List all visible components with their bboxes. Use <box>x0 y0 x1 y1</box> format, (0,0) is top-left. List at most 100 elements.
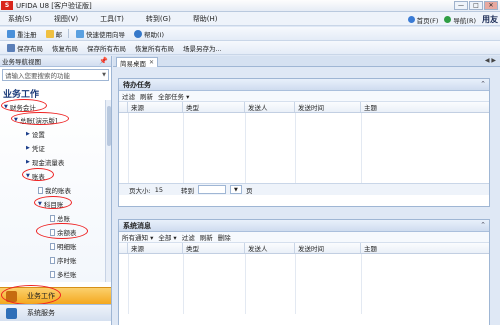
sidebar-scrollbar[interactable] <box>105 100 111 282</box>
maximize-button[interactable]: □ <box>469 1 483 10</box>
section-title: 业务工作 <box>3 90 40 100</box>
todo-panel: 待办任务 ⌃ 过滤 刷新 全部任务 ▾ 来源 类型 发送人 发送时间 主题 页大… <box>118 78 490 207</box>
collapse-icon[interactable]: ⌃ <box>480 221 486 229</box>
toolbar-primary: 重注册 邮 快速使用向导 帮助(I) <box>0 27 500 41</box>
menu-view[interactable]: 视图(V) <box>54 14 78 24</box>
highlight-oval <box>36 223 88 239</box>
column-header[interactable]: 发送时间 <box>295 102 361 112</box>
menu-tools[interactable]: 工具(T) <box>100 14 124 24</box>
column-header[interactable]: 类型 <box>183 243 245 253</box>
chevron-down-icon[interactable]: ▼ <box>229 185 242 194</box>
nav-link[interactable]: 导航(R) <box>444 15 476 25</box>
wizard-icon <box>76 29 84 38</box>
tree-item-settings[interactable]: ▶ 设置 <box>26 129 45 139</box>
document-icon <box>50 270 55 278</box>
pin-icon[interactable]: 📌 <box>99 57 108 65</box>
restore-layout-button[interactable]: 恢复布局 <box>50 43 80 53</box>
page-label: 页 <box>245 186 253 195</box>
document-icon <box>50 256 55 264</box>
refresh-button[interactable]: 刷新 <box>200 232 213 242</box>
tree-item-multi[interactable]: 多栏账 <box>50 269 77 279</box>
messages-grid-header: 来源 类型 发送人 发送时间 主题 <box>119 243 489 254</box>
document-icon <box>50 242 55 250</box>
title-bar: S UFIDA U8 [客户验证版] — □ ✕ <box>0 0 500 12</box>
home-link[interactable]: 首页(F) <box>407 15 438 25</box>
highlight-oval <box>1 99 47 112</box>
page-size-value[interactable]: 15 <box>155 186 163 194</box>
page-number-input[interactable] <box>197 185 226 194</box>
reregister-button[interactable]: 重注册 <box>5 29 39 39</box>
menu-help[interactable]: 帮助(H) <box>193 14 218 24</box>
close-button[interactable]: ✕ <box>484 1 498 10</box>
tree-item-sequence[interactable]: 序时账 <box>50 255 77 265</box>
messages-panel: 系统消息 ⌃ 所有通知 ▾ 全部 ▾ 过滤 刷新 删除 来源 类型 发送人 发送… <box>118 219 490 325</box>
messages-toolbar: 所有通知 ▾ 全部 ▾ 过滤 刷新 删除 <box>119 232 489 243</box>
mail-icon <box>45 29 54 38</box>
help-icon <box>134 29 142 38</box>
refresh-button[interactable]: 刷新 <box>140 91 153 101</box>
save-layout-button[interactable]: 保存布局 <box>5 43 45 53</box>
system-service-button[interactable]: 系统服务 <box>0 304 111 321</box>
restore-all-layout-button[interactable]: 恢复所有布局 <box>133 43 176 53</box>
all-tasks-dropdown[interactable]: 全部任务 ▾ <box>158 91 189 101</box>
column-header[interactable]: 来源 <box>128 243 183 253</box>
monitor-icon <box>6 307 17 319</box>
column-header[interactable]: 发送人 <box>245 102 295 112</box>
tab-desktop[interactable]: 简易桌面 ✕ <box>116 57 159 68</box>
column-header[interactable]: 主题 <box>361 243 489 253</box>
document-icon <box>38 186 43 194</box>
pager: 页大小: 15 转到 ▼ 页 <box>119 183 489 195</box>
todo-toolbar: 过滤 刷新 全部任务 ▾ <box>119 91 489 102</box>
menu-bar: 系统(S) 视图(V) 工具(T) 转到(G) 帮助(H) 首页(F) 导航(R… <box>0 12 500 26</box>
column-header[interactable]: 类型 <box>183 102 245 112</box>
column-header[interactable]: 发送人 <box>245 243 295 253</box>
save-scene-as-button[interactable]: 场景另存为... <box>181 43 224 53</box>
email-button[interactable]: 邮 <box>44 29 65 39</box>
tree-item-cashflow[interactable]: ▶ 现金流量表 <box>26 157 64 167</box>
column-header[interactable]: 主题 <box>361 102 489 112</box>
panel-splitter[interactable] <box>113 213 500 218</box>
tab-strip: 简易桌面 ✕ ◀ ▶ <box>113 56 500 68</box>
all-notices-dropdown[interactable]: 所有通知 ▾ <box>122 232 153 242</box>
quick-wizard-button[interactable]: 快速使用向导 <box>74 29 127 39</box>
filter-button[interactable]: 过滤 <box>182 232 195 242</box>
tree-item-voucher[interactable]: ▶ 凭证 <box>26 143 45 153</box>
scrollbar-thumb[interactable] <box>107 106 111 146</box>
collapse-icon: ▶ <box>26 131 30 137</box>
search-input[interactable]: 请输入您要搜索的功能 ▼ <box>2 69 109 81</box>
home-icon <box>407 16 415 23</box>
menu-system[interactable]: 系统(S) <box>8 14 32 24</box>
document-icon <box>50 214 55 222</box>
minimize-button[interactable]: — <box>454 1 468 10</box>
menu-goto[interactable]: 转到(G) <box>146 14 171 24</box>
close-icon[interactable]: ✕ <box>149 59 154 66</box>
divider <box>68 29 69 38</box>
todo-grid-header: 来源 类型 发送人 发送时间 主题 <box>119 102 489 113</box>
filter-button[interactable]: 过滤 <box>122 91 135 101</box>
tree-item-detail[interactable]: 明细账 <box>50 241 77 251</box>
messages-grid-body <box>119 254 489 314</box>
column-header[interactable]: 发送时间 <box>295 243 361 253</box>
save-all-layout-button[interactable]: 保存所有布局 <box>85 43 128 53</box>
highlight-oval <box>22 168 54 181</box>
save-icon <box>7 43 15 52</box>
tree-item-total[interactable]: 总账 <box>50 213 70 223</box>
column-header[interactable]: 来源 <box>128 102 183 112</box>
nav-tree: ▼ 财务会计 ▼ 总账[演示版] ▶ 设置 ▶ 凭证 ▶ 现金流量表 ▼ 账表 我的账表 ▼… <box>0 99 111 282</box>
all-dropdown[interactable]: 全部 ▾ <box>158 232 176 242</box>
chevron-down-icon[interactable]: ▼ <box>102 72 106 78</box>
highlight-oval <box>34 196 72 209</box>
collapse-icon: ▶ <box>26 159 30 165</box>
highlight-oval <box>11 112 69 125</box>
sidebar: 业务导航视图 📌 请输入您要搜索的功能 ▼ 业务工作 ▼ 财务会计 ▼ 总账[演示版… <box>0 56 112 325</box>
collapse-icon[interactable]: ⌃ <box>480 80 486 88</box>
nav-icon <box>444 16 452 23</box>
messages-title: 系统消息 ⌃ <box>119 220 489 232</box>
window-title: UFIDA U8 [客户验证版] <box>16 1 92 10</box>
tab-scroll-arrows[interactable]: ◀ ▶ <box>485 57 496 64</box>
help-button[interactable]: 帮助(I) <box>132 29 166 39</box>
tree-item-my-books[interactable]: 我的账表 <box>38 185 71 195</box>
todo-title: 待办任务 ⌃ <box>119 79 489 91</box>
delete-button[interactable]: 删除 <box>218 232 231 242</box>
toolbar-layout: 保存布局 恢复布局 保存所有布局 恢复所有布局 场景另存为... <box>0 41 500 55</box>
